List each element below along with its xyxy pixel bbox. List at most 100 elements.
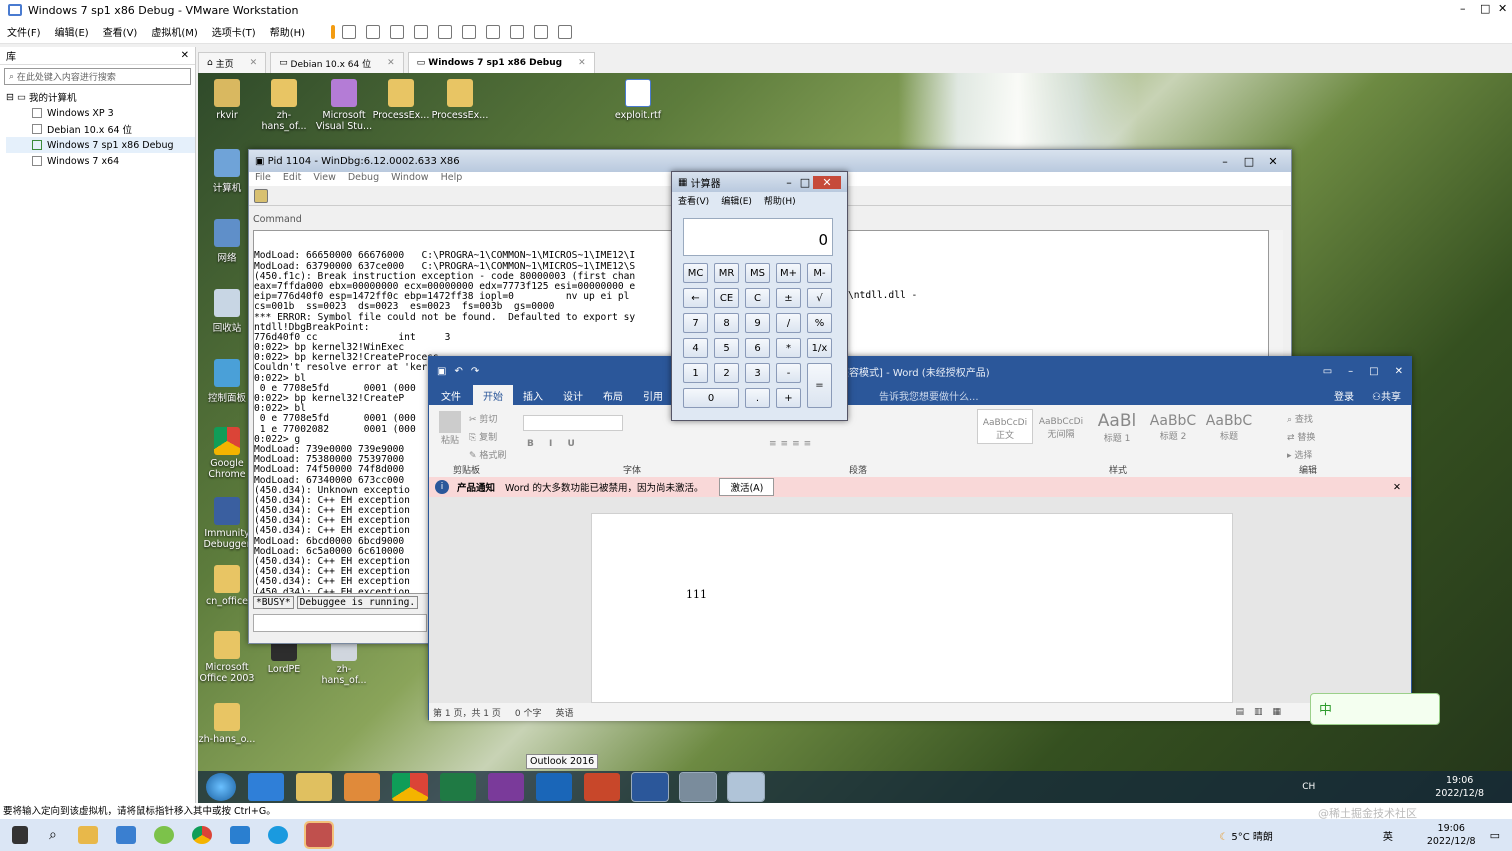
minimize-icon[interactable]: – <box>1460 2 1466 15</box>
view-buttons[interactable]: ▤▥▦ <box>1235 707 1291 717</box>
calc-key[interactable]: 1 <box>683 363 708 383</box>
tab-design[interactable]: 设计 <box>553 388 593 403</box>
calc-key[interactable]: M+ <box>776 263 801 283</box>
calc-key[interactable]: 8 <box>714 313 739 333</box>
search-icon[interactable]: ⌕ <box>49 827 57 843</box>
guest-clock[interactable]: 19:06 2022/12/8 <box>1435 774 1484 800</box>
tab-close-icon[interactable]: ✕ <box>578 58 586 68</box>
calc-key[interactable]: % <box>807 313 832 333</box>
menu-help[interactable]: Help <box>441 172 463 186</box>
calc-key[interactable]: 2 <box>714 363 739 383</box>
calc-key[interactable]: C <box>745 288 770 308</box>
collapse-icon[interactable]: ⊟ <box>6 92 17 103</box>
desktop-icon[interactable]: ProcessEx... <box>372 79 430 121</box>
library-close-icon[interactable]: ✕ <box>181 50 189 61</box>
calc-key[interactable]: 1/x <box>807 338 832 358</box>
calculator-window[interactable]: ▦ 计算器 – □ ✕ 查看(V) 编辑(E) 帮助(H) 0 MC MR MS M+ M-… <box>671 171 848 421</box>
library-view-icon[interactable] <box>438 24 453 39</box>
desktop-icon[interactable]: Microsoft Visual Stu... <box>315 79 373 132</box>
file-explorer-icon[interactable] <box>77 826 98 844</box>
start-orb-icon[interactable] <box>206 773 236 801</box>
ime-floating-bar[interactable]: 中 <box>1310 693 1440 725</box>
notice-close-icon[interactable]: ✕ <box>1393 482 1401 493</box>
tab-home[interactable]: ⌂ 主页 ✕ <box>198 52 267 73</box>
menu-help[interactable]: 帮助(H) <box>263 24 312 39</box>
menu-debug[interactable]: Debug <box>348 172 379 186</box>
host-ime[interactable]: 英 <box>1383 828 1393 843</box>
find-button[interactable]: ⌕ 查找 <box>1287 411 1315 429</box>
menu-edit[interactable]: Edit <box>283 172 301 186</box>
calc-key[interactable]: MC <box>683 263 708 283</box>
calc-key[interactable]: CE <box>714 288 739 308</box>
calc-key[interactable]: / <box>776 313 801 333</box>
vm-item[interactable]: Debian 10.x 64 位 <box>6 121 195 137</box>
desktop-icon[interactable]: zh-hans_o... <box>198 703 256 745</box>
calc-key[interactable]: √ <box>807 288 832 308</box>
snapshot-manager-icon[interactable] <box>414 24 429 39</box>
replace-button[interactable]: ⇄ 替换 <box>1287 429 1315 447</box>
calc-key[interactable]: ← <box>683 288 708 308</box>
calc-key[interactable]: * <box>776 338 801 358</box>
open-icon[interactable] <box>254 189 268 203</box>
vmware-task-icon[interactable] <box>303 821 334 849</box>
menu-edit[interactable]: 编辑(E) <box>48 24 96 39</box>
minimize-icon[interactable]: – <box>1213 155 1237 168</box>
explorer-icon[interactable] <box>296 773 332 801</box>
tab-debian[interactable]: ▭ Debian 10.x 64 位 ✕ <box>270 52 404 73</box>
paragraph-align-buttons[interactable]: ≡≡≡≡ <box>769 439 815 449</box>
tell-me-input[interactable]: 告诉我您想要做什么... <box>869 388 989 403</box>
menu-view[interactable]: View <box>313 172 336 186</box>
calc-key[interactable]: 0 <box>683 388 739 408</box>
chrome-icon[interactable] <box>392 773 428 801</box>
close-icon[interactable]: ✕ <box>1498 2 1507 15</box>
excel-icon[interactable] <box>440 773 476 801</box>
unity-icon[interactable] <box>510 24 525 39</box>
copy-button[interactable]: ⎘ 复制 <box>469 429 506 447</box>
desktop-icon[interactable]: ProcessEx... <box>431 79 489 121</box>
share-button[interactable]: ⚇共享 <box>1362 388 1411 403</box>
menu-window[interactable]: Window <box>391 172 428 186</box>
style-normal[interactable]: AaBbCcDi 正文 <box>977 409 1033 444</box>
maximize-icon[interactable]: □ <box>1369 366 1378 377</box>
desktop-icon[interactable]: exploit.rtf <box>609 79 667 121</box>
windows-start-icon[interactable] <box>12 826 28 844</box>
onenote-icon[interactable] <box>488 773 524 801</box>
ribbon-display-icon[interactable]: ▭ <box>1323 366 1332 377</box>
calc-key[interactable]: MR <box>714 263 739 283</box>
calc-key[interactable]: 3 <box>745 363 770 383</box>
ime-indicator[interactable]: CH <box>1302 782 1315 792</box>
tab-references[interactable]: 引用 <box>633 388 673 403</box>
tab-close-icon[interactable]: ✕ <box>250 58 258 68</box>
login-button[interactable]: 登录 <box>1326 388 1362 403</box>
word-icon[interactable] <box>631 772 669 802</box>
cut-button[interactable]: ✂ 剪切 <box>469 411 506 429</box>
edge-icon[interactable] <box>267 826 288 844</box>
snapshot-icon[interactable] <box>366 24 381 39</box>
close-icon[interactable]: ✕ <box>813 175 841 189</box>
send-keys-icon[interactable] <box>342 24 357 39</box>
fullscreen-icon[interactable] <box>486 24 501 39</box>
notification-icon[interactable]: ▭ <box>1490 829 1500 842</box>
calc-key[interactable]: 7 <box>683 313 708 333</box>
calc-key[interactable]: ± <box>776 288 801 308</box>
paste-button[interactable]: 粘贴 <box>439 411 461 446</box>
word-window[interactable]: ▣ ↶ ↷ .rtf [兼容模式] - Word (未经授权产品) ▭ – □ ✕ 文件 … <box>428 356 1412 721</box>
guest-desktop[interactable]: rkvir zh-hans_of... Microsoft Visual Stu… <box>198 73 1512 803</box>
calc-key[interactable]: + <box>776 388 801 408</box>
page-count[interactable]: 第 1 页，共 1 页 <box>433 706 501 719</box>
desktop-icon[interactable]: zh-hans_of... <box>255 79 313 132</box>
save-icon[interactable]: ▣ <box>437 366 446 377</box>
calc-key[interactable]: 4 <box>683 338 708 358</box>
menu-view[interactable]: 查看(V) <box>96 24 145 39</box>
mail-icon[interactable] <box>115 826 136 844</box>
maximize-icon[interactable]: □ <box>1480 2 1490 15</box>
media-player-icon[interactable] <box>344 773 380 801</box>
vm-item[interactable]: Windows XP 3 <box>6 105 195 121</box>
calc-key[interactable]: 9 <box>745 313 770 333</box>
menu-tabs[interactable]: 选项卡(T) <box>205 24 263 39</box>
windbg-task-icon[interactable] <box>679 772 717 802</box>
document-page[interactable]: 111 <box>591 513 1233 703</box>
app-icon[interactable] <box>229 826 250 844</box>
chrome-icon[interactable] <box>191 826 212 844</box>
language[interactable]: 英语 <box>556 706 574 719</box>
